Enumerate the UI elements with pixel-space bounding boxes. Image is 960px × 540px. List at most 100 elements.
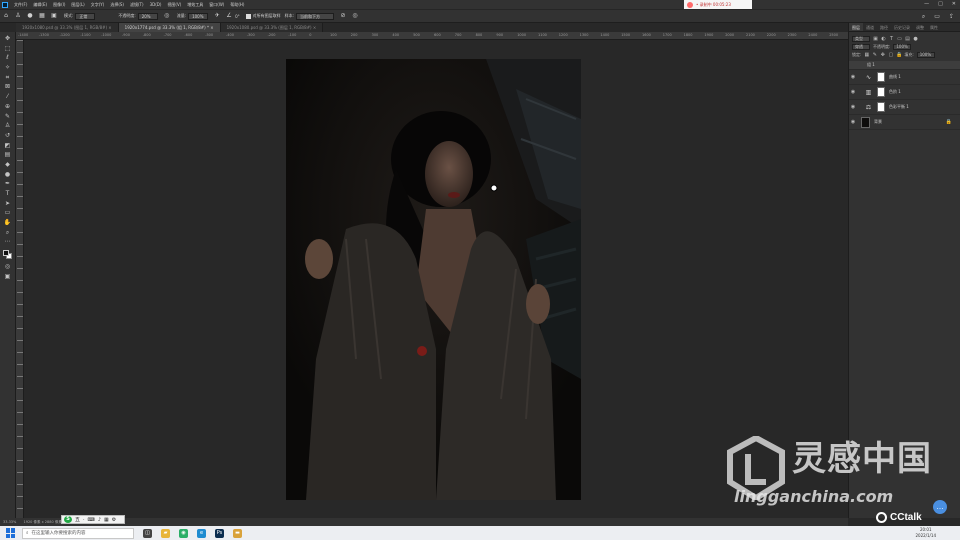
history-brush-icon[interactable]: ↺ [3, 132, 12, 141]
panel-opacity-field[interactable]: 100% [893, 44, 912, 50]
menu-type[interactable]: 文字(Y) [88, 2, 108, 8]
screen-mode-icon[interactable]: ▣ [3, 273, 12, 282]
menu-view[interactable]: 视图(V) [164, 2, 184, 8]
sample-select[interactable]: 当前和下方 [295, 12, 334, 20]
close-button[interactable]: ✕ [952, 1, 956, 7]
ime-voice-icon[interactable]: ♪ [98, 517, 101, 523]
pen-icon[interactable]: ✒ [3, 180, 12, 189]
vertical-ruler[interactable] [16, 40, 24, 518]
path-select-icon[interactable]: ➤ [3, 200, 12, 209]
visibility-eye-icon[interactable]: ◉ [849, 104, 857, 110]
opacity-field[interactable]: 20% [137, 12, 158, 20]
angle-icon[interactable]: ∠ [226, 13, 232, 19]
menu-file[interactable]: 文件(F) [11, 2, 30, 8]
layer-mask-thumbnail[interactable] [877, 72, 885, 82]
zoom-level[interactable]: 33.33% [3, 520, 16, 524]
lock-paint-icon[interactable]: ✎ [872, 52, 877, 58]
adjustment-layer-row[interactable]: ◉ ⚖ 色彩平衡 1 [849, 100, 960, 115]
more-tools-icon[interactable]: ⋯ [3, 238, 12, 247]
menu-plugins[interactable]: 增效工具 [184, 2, 206, 8]
lock-position-icon[interactable]: ✥ [880, 52, 885, 58]
background-layer-row[interactable]: ◉ 背景 🔒 [849, 115, 960, 130]
tab-document-3[interactable]: 1920x1080.psd @ 33.3% (图层 1, RGB/8#) × [220, 23, 324, 32]
menu-layer[interactable]: 图层(L) [68, 2, 87, 8]
menu-edit[interactable]: 编辑(E) [30, 2, 50, 8]
ime-mode[interactable]: 五 [75, 516, 80, 523]
menu-help[interactable]: 帮助(H) [227, 2, 247, 8]
eyedropper-icon[interactable]: ⁄ [3, 93, 12, 102]
layer-thumbnail[interactable] [861, 116, 870, 128]
menu-select[interactable]: 选择(S) [107, 2, 127, 8]
maximize-button[interactable]: □ [938, 1, 943, 7]
adjustment-layer-row[interactable]: ◉ ∿ 曲线 1 [849, 70, 960, 85]
blend-mode-select[interactable]: 穿透 [852, 44, 870, 50]
filter-smart-icon[interactable]: ▤ [905, 36, 910, 42]
tab-history[interactable]: 历史记录 [891, 23, 913, 31]
dodge-icon[interactable]: ● [3, 171, 12, 180]
filter-type-icon[interactable]: T [889, 36, 894, 42]
taskbar-clock[interactable]: 20:01 2022/1/14 [915, 527, 936, 538]
pressure-size-icon[interactable]: ◎ [352, 13, 358, 19]
menu-3d[interactable]: 3D(D) [147, 2, 165, 7]
tab-document-2[interactable]: 1920x1774.psd @ 33.3% (组 1, RGB/8#) * × [118, 23, 221, 32]
sogou-ime-icon[interactable]: S [64, 516, 72, 523]
menu-window[interactable]: 窗口(W) [206, 2, 227, 8]
ime-toolbar[interactable]: S 五 · ⌨ ♪ ▦ ⚙ [61, 515, 125, 524]
eraser-icon[interactable]: ◩ [3, 142, 12, 151]
layer-name[interactable]: 曲线 1 [889, 74, 901, 80]
visibility-eye-icon[interactable]: ◉ [849, 89, 857, 95]
tab-layers[interactable]: 图层 [849, 23, 863, 31]
canvas-area[interactable] [24, 40, 848, 518]
chat-bubble-icon[interactable]: … [933, 500, 947, 514]
hand-icon[interactable]: ✋ [3, 219, 12, 228]
flow-field[interactable]: 100% [188, 12, 209, 20]
ime-punct-icon[interactable]: · [83, 517, 85, 523]
crop-icon[interactable]: ⌗ [3, 74, 12, 83]
explorer-icon[interactable]: ▰ [161, 528, 170, 538]
wechat-icon[interactable]: ◉ [179, 528, 188, 538]
windows-start-icon[interactable] [6, 528, 16, 538]
share-icon[interactable]: ⇪ [949, 13, 954, 21]
task-view-icon[interactable]: ◫ [143, 528, 152, 538]
tab-document-1[interactable]: 1920x1080.psd @ 33.3% (图层 1, RGB/8#) × [16, 23, 119, 32]
aligned-checkbox[interactable] [245, 13, 251, 19]
menu-filter[interactable]: 滤镜(T) [127, 2, 147, 8]
tab-adjustments[interactable]: 调整 [913, 23, 927, 31]
gradient-icon[interactable]: ▤ [3, 151, 12, 160]
layer-name[interactable]: 色阶 1 [889, 89, 901, 95]
rectangle-icon[interactable]: ▭ [3, 209, 12, 218]
brush-icon[interactable]: ✎ [3, 113, 12, 122]
tab-paths[interactable]: 路径 [877, 23, 891, 31]
layer-group-row[interactable]: 组 1 [849, 61, 960, 70]
airbrush-icon[interactable]: ✈ [214, 13, 220, 19]
move-icon[interactable]: ✥ [3, 35, 12, 44]
menu-image[interactable]: 图像(I) [50, 2, 68, 8]
lock-artboard-icon[interactable]: ▢ [888, 52, 893, 58]
visibility-eye-icon[interactable]: ◉ [849, 119, 857, 125]
healing-brush-icon[interactable]: ⊕ [3, 103, 12, 112]
adjustment-icon[interactable]: ▥ [865, 89, 872, 96]
ime-settings-icon[interactable]: ⚙ [112, 517, 116, 523]
filter-toggle-icon[interactable]: ● [913, 36, 918, 42]
pressure-opacity-icon[interactable]: ◎ [164, 13, 170, 19]
folder-icon[interactable]: ▬ [233, 528, 242, 538]
tab-channels[interactable]: 通道 [863, 23, 877, 31]
magic-wand-icon[interactable]: ✧ [3, 64, 12, 73]
tab-properties[interactable]: 属性 [927, 23, 941, 31]
quick-mask-icon[interactable]: ◎ [3, 263, 12, 272]
layer-name[interactable]: 背景 [874, 119, 882, 125]
filter-pixel-icon[interactable]: ▣ [873, 36, 878, 42]
angle-value[interactable]: 0° [235, 14, 240, 19]
brush-preset-icon[interactable]: ● [27, 13, 33, 19]
frame-icon[interactable]: ⊠ [3, 83, 12, 92]
filter-shape-icon[interactable]: ▭ [897, 36, 902, 42]
document-image[interactable] [286, 59, 581, 500]
ime-toolbox-icon[interactable]: ▦ [104, 517, 109, 523]
zoom-icon[interactable]: ⌕ [3, 229, 12, 238]
adjustment-icon[interactable]: ∿ [865, 74, 872, 81]
type-icon[interactable]: T [3, 190, 12, 199]
clone-source-icon[interactable]: ▣ [51, 13, 57, 19]
edge-icon[interactable]: e [197, 528, 206, 538]
layer-mask-thumbnail[interactable] [877, 102, 885, 112]
marquee-icon[interactable]: ⬚ [3, 45, 12, 54]
